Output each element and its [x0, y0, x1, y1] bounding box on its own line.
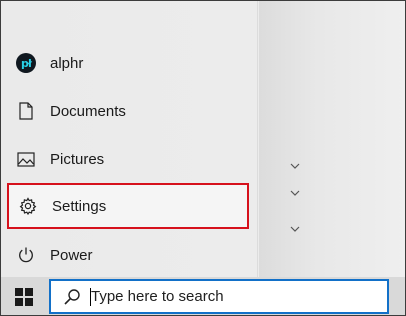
- start-menu: pł alphr Documents Pictures Settings Pow…: [1, 1, 257, 277]
- menu-item-label: Documents: [50, 102, 126, 120]
- search-input[interactable]: [91, 288, 371, 305]
- chevron-down-icon[interactable]: [289, 188, 301, 198]
- search-icon: [64, 288, 80, 305]
- menu-item-label: Power: [50, 246, 93, 264]
- menu-item-settings[interactable]: Settings: [7, 183, 249, 229]
- screenshot-frame: pł alphr Documents Pictures Settings Pow…: [0, 0, 406, 316]
- chevron-down-icon[interactable]: [289, 224, 301, 234]
- document-icon: [15, 100, 37, 122]
- tiles-pane: [259, 1, 405, 277]
- gear-icon: [17, 195, 39, 217]
- user-account-item[interactable]: pł alphr: [5, 43, 251, 83]
- start-button[interactable]: [11, 285, 37, 309]
- taskbar-search-box[interactable]: [49, 279, 389, 314]
- taskbar: [1, 277, 405, 315]
- avatar-circle: pł: [16, 53, 36, 73]
- power-icon: [15, 244, 37, 266]
- menu-item-label: Pictures: [50, 150, 105, 168]
- menu-item-power[interactable]: Power: [5, 235, 251, 275]
- menu-item-label: Settings: [52, 197, 107, 215]
- chevron-down-icon[interactable]: [289, 161, 301, 171]
- user-name: alphr: [50, 54, 84, 72]
- pictures-icon: [15, 148, 37, 170]
- avatar-text: pł: [21, 56, 32, 70]
- menu-item-documents[interactable]: Documents: [5, 91, 251, 131]
- windows-logo-icon: [15, 288, 33, 306]
- menu-item-pictures[interactable]: Pictures: [5, 139, 251, 179]
- avatar: pł: [15, 52, 37, 74]
